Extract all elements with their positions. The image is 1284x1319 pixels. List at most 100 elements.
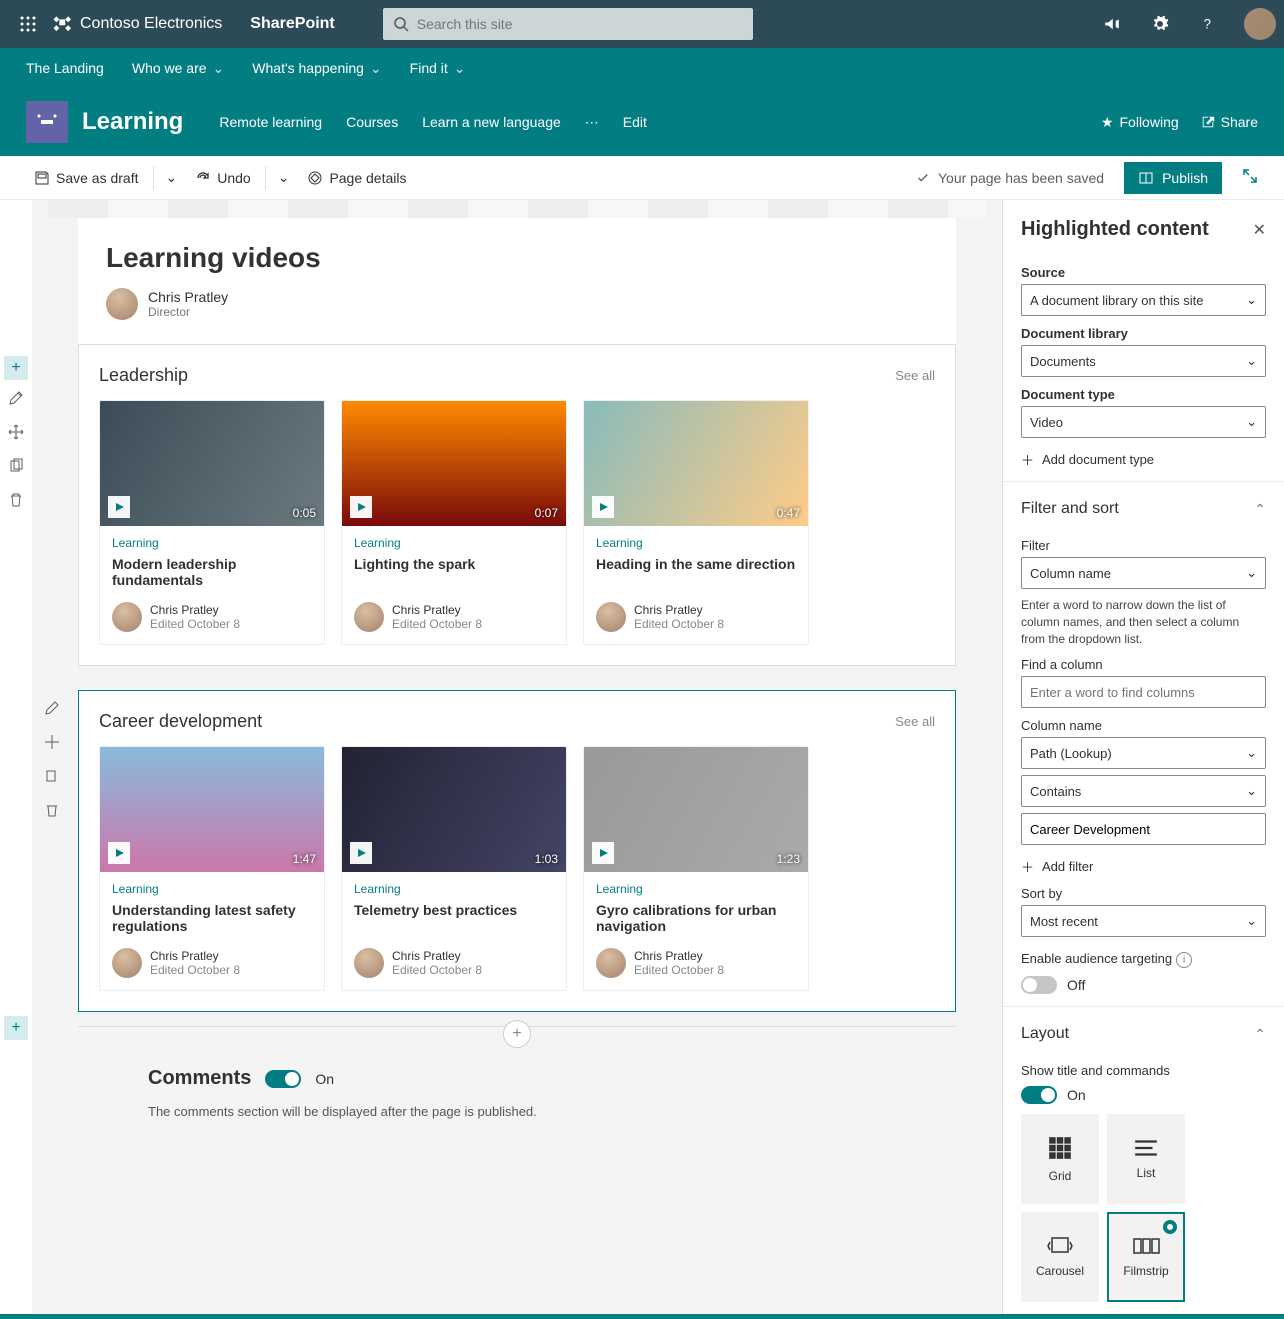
info-icon[interactable]: i — [1176, 952, 1192, 968]
webpart-move-icon[interactable] — [40, 730, 64, 754]
gear-icon[interactable] — [1140, 4, 1180, 44]
hub-nav-more[interactable]: ⋯ — [585, 114, 599, 131]
user-avatar[interactable] — [1244, 8, 1276, 40]
duplicate-icon[interactable] — [4, 454, 28, 478]
expand-icon[interactable] — [1242, 168, 1258, 187]
sortby-label: Sort by — [1021, 886, 1266, 901]
source-select[interactable]: A document library on this site⌄ — [1021, 284, 1266, 316]
section-leadership[interactable]: Leadership See all 0:05 LearningModern l… — [78, 344, 956, 666]
publish-button[interactable]: Publish — [1124, 162, 1222, 194]
card-edited: Edited October 8 — [634, 963, 724, 977]
webpart-delete-icon[interactable] — [40, 798, 64, 822]
filter-select[interactable]: Column name⌄ — [1021, 557, 1266, 589]
card-site: Learning — [112, 882, 312, 896]
add-filter-link[interactable]: ＋Add filter — [1021, 857, 1266, 876]
showtitle-toggle[interactable] — [1021, 1086, 1057, 1104]
doctype-select[interactable]: Video⌄ — [1021, 406, 1266, 438]
layout-carousel-option[interactable]: Carousel — [1021, 1212, 1099, 1302]
chevron-down-icon: ⌄ — [1246, 414, 1257, 430]
page-details-button[interactable]: Page details — [299, 162, 414, 194]
video-thumbnail: 0:07 — [342, 401, 566, 526]
author-role: Director — [148, 305, 228, 319]
hub-nav-edit[interactable]: Edit — [623, 114, 647, 131]
operator-select[interactable]: Contains⌄ — [1021, 775, 1266, 807]
add-webpart-button[interactable]: + — [503, 1020, 531, 1048]
close-icon[interactable]: ✕ — [1253, 220, 1266, 240]
layout-options: Grid List Carousel Filmstrip — [1021, 1114, 1266, 1302]
add-filter-label: Add filter — [1042, 859, 1093, 874]
webpart-edit-icon[interactable] — [40, 696, 64, 720]
layout-filmstrip-option[interactable]: Filmstrip — [1107, 1212, 1185, 1302]
see-all-link[interactable]: See all — [895, 714, 935, 729]
page-header: Learning videos Chris Pratley Director — [78, 218, 956, 344]
help-icon[interactable]: ? — [1188, 4, 1228, 44]
webpart-duplicate-icon[interactable] — [40, 764, 64, 788]
selected-radio — [1163, 1220, 1177, 1234]
site-title[interactable]: Learning — [82, 108, 183, 136]
nav-happening[interactable]: What's happening⌄ — [252, 60, 381, 77]
move-icon[interactable] — [4, 420, 28, 444]
see-all-link[interactable]: See all — [895, 368, 935, 383]
page-title[interactable]: Learning videos — [106, 242, 928, 274]
card-author-avatar — [354, 602, 384, 632]
video-card[interactable]: 1:03 LearningTelemetry best practicesChr… — [341, 746, 567, 991]
layout-header[interactable]: Layout ⌃ — [1003, 1006, 1284, 1049]
add-doctype-link[interactable]: ＋Add document type — [1021, 450, 1266, 469]
nav-landing[interactable]: The Landing — [26, 60, 104, 76]
video-thumbnail: 1:23 — [584, 747, 808, 872]
targeting-toggle[interactable] — [1021, 976, 1057, 994]
undo-button[interactable]: Undo — [187, 162, 258, 194]
add-section-button-2[interactable]: + — [4, 1016, 28, 1040]
search-input[interactable] — [417, 16, 743, 32]
findcol-input[interactable] — [1021, 676, 1266, 708]
add-section-button[interactable]: + — [4, 356, 28, 380]
share-button[interactable]: Share — [1201, 114, 1258, 130]
author-avatar[interactable] — [106, 288, 138, 320]
site-logo[interactable] — [26, 101, 68, 143]
layout-label: List — [1137, 1166, 1156, 1180]
following-button[interactable]: ★Following — [1101, 114, 1179, 131]
card-row: 1:47 LearningUnderstanding latest safety… — [99, 746, 935, 991]
doclib-select[interactable]: Documents⌄ — [1021, 345, 1266, 377]
card-edited: Edited October 8 — [150, 617, 240, 631]
section-career-dev[interactable]: Career development See all 1:47 Learning… — [78, 690, 956, 1012]
card-author-avatar — [596, 602, 626, 632]
video-card[interactable]: 1:23 LearningGyro calibrations for urban… — [583, 746, 809, 991]
chevron-down-icon: ⌄ — [1246, 353, 1257, 369]
tenant-logo[interactable]: Contoso Electronics — [52, 12, 222, 37]
nav-findit[interactable]: Find it⌄ — [410, 60, 466, 77]
card-edited: Edited October 8 — [150, 963, 240, 977]
video-card[interactable]: 1:47 LearningUnderstanding latest safety… — [99, 746, 325, 991]
hub-nav-language[interactable]: Learn a new language — [422, 114, 561, 131]
hub-nav-courses[interactable]: Courses — [346, 114, 398, 131]
search-box[interactable] — [383, 8, 753, 40]
save-draft-button[interactable]: Save as draft — [26, 162, 147, 194]
layout-label: Filmstrip — [1123, 1264, 1168, 1278]
video-card[interactable]: 0:47 LearningHeading in the same directi… — [583, 400, 809, 645]
app-launcher-icon[interactable] — [8, 4, 48, 44]
nav-who[interactable]: Who we are⌄ — [132, 60, 224, 77]
page-details-label: Page details — [329, 170, 406, 186]
video-thumbnail: 0:47 — [584, 401, 808, 526]
layout-label: Carousel — [1036, 1264, 1084, 1278]
video-card[interactable]: 0:05 LearningModern leadership fundament… — [99, 400, 325, 645]
chevron-down-icon: ⌄ — [1246, 745, 1257, 761]
colname-select[interactable]: Path (Lookup)⌄ — [1021, 737, 1266, 769]
video-card[interactable]: 0:07 LearningLighting the sparkChris Pra… — [341, 400, 567, 645]
video-thumbnail: 1:03 — [342, 747, 566, 872]
nav-who-label: Who we are — [132, 60, 207, 76]
megaphone-icon[interactable] — [1092, 4, 1132, 44]
delete-icon[interactable] — [4, 488, 28, 512]
hub-nav-remote[interactable]: Remote learning — [219, 114, 322, 131]
sortby-select[interactable]: Most recent⌄ — [1021, 905, 1266, 937]
layout-list-option[interactable]: List — [1107, 1114, 1185, 1204]
undo-label: Undo — [217, 170, 250, 186]
filtersort-header[interactable]: Filter and sort ⌃ — [1003, 481, 1284, 524]
edit-icon[interactable] — [4, 386, 28, 410]
save-draft-chevron[interactable]: ⌄ — [160, 162, 184, 194]
doclib-label: Document library — [1021, 326, 1266, 341]
layout-grid-option[interactable]: Grid — [1021, 1114, 1099, 1204]
comments-toggle[interactable] — [265, 1070, 301, 1088]
undo-chevron[interactable]: ⌄ — [272, 162, 296, 194]
filter-text-input[interactable] — [1021, 813, 1266, 845]
